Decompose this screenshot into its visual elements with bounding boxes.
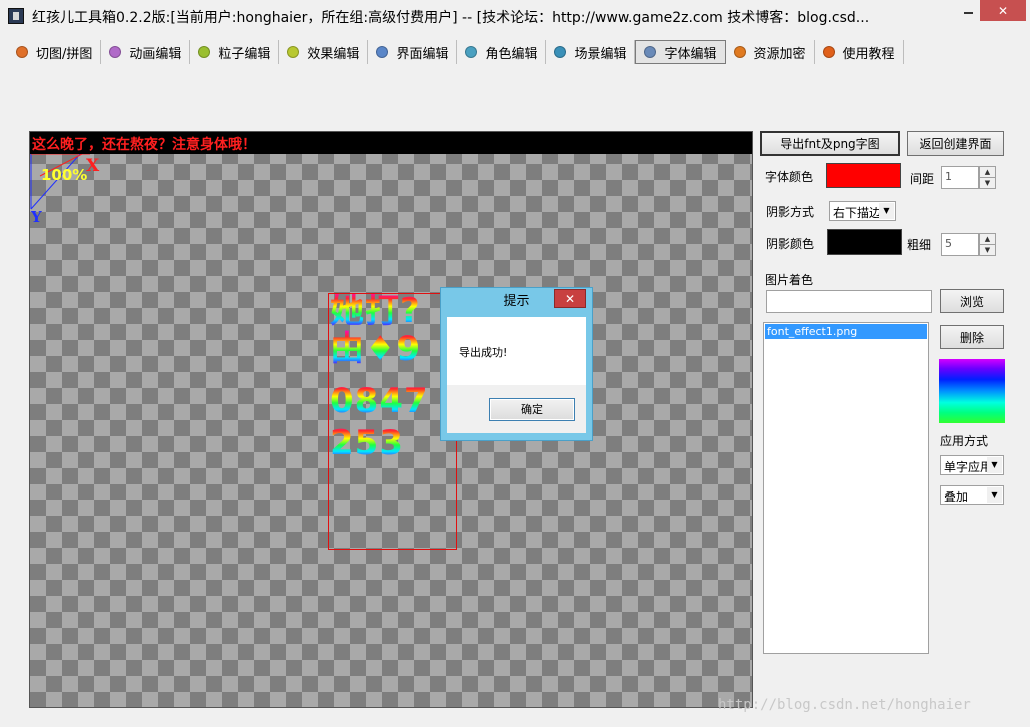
apply-mode-label: 应用方式 [940, 434, 989, 448]
tab-9[interactable]: 使用教程 [815, 40, 904, 64]
tint-image-list[interactable]: font_effect1.png [763, 322, 929, 654]
glyph-row: 0847 [330, 381, 429, 421]
font-color-label: 字体颜色 [765, 170, 814, 184]
glyph-row: 她打? [330, 293, 421, 331]
shadow-color-swatch[interactable] [827, 229, 902, 255]
blue-gem-icon [376, 46, 389, 58]
orange-gem-icon [733, 46, 746, 58]
chevron-down-icon: ▼ [987, 487, 1002, 503]
x-axis-label: X [86, 156, 100, 176]
image-path-input[interactable] [766, 290, 932, 313]
spacing-spin-arrows[interactable]: ▲ ▼ [979, 166, 996, 189]
tab-7[interactable]: 字体编辑 [635, 40, 726, 64]
tab-5[interactable]: 角色编辑 [457, 40, 547, 64]
tab-label: 界面编辑 [396, 46, 449, 62]
spacing-spinner[interactable]: 1 ▲ ▼ [941, 166, 996, 189]
minimize-button[interactable] [954, 0, 982, 22]
close-button[interactable]: ✕ [980, 0, 1026, 21]
y-axis-label: Y [31, 208, 42, 226]
glyph-row: 由♦9 [330, 329, 422, 369]
export-fnt-png-button[interactable]: 导出fnt及png字图 [760, 131, 900, 156]
teal-gem-icon [554, 46, 567, 58]
list-item[interactable]: font_effect1.png [765, 324, 927, 339]
shadow-mode-label: 阴影方式 [766, 205, 815, 219]
tab-4[interactable]: 界面编辑 [368, 40, 458, 64]
image-tint-label: 图片着色 [765, 273, 814, 287]
apply-mode-select[interactable]: 单字应用 ▼ [940, 455, 1004, 475]
thickness-spin-arrows[interactable]: ▲ ▼ [979, 233, 996, 256]
dialog-close-button[interactable]: ✕ [554, 289, 586, 308]
thickness-value: 5 [945, 237, 952, 250]
font-color-swatch[interactable] [826, 163, 901, 188]
title-bar: 红孩儿工具箱0.2.2版:[当前用户:honghaier，所在组:高级付费用户]… [0, 0, 1030, 32]
blue-gem-icon [644, 46, 657, 58]
orange-gem-icon [16, 46, 28, 58]
tab-6[interactable]: 场景编辑 [546, 40, 636, 64]
tab-label: 场景编辑 [574, 46, 627, 62]
font-texture-bounds[interactable]: 她打? 由♦9 0847 253 [328, 293, 457, 550]
back-to-create-button[interactable]: 返回创建界面 [907, 131, 1004, 156]
tab-label: 动画编辑 [129, 46, 182, 62]
shadow-mode-select[interactable]: 右下描边 ▼ [829, 201, 896, 221]
blend-mode-value: 叠加 [944, 490, 969, 504]
chevron-down-icon: ▼ [879, 203, 894, 219]
tab-8[interactable]: 资源加密 [726, 40, 815, 64]
orange-gem-icon [822, 46, 835, 58]
tab-label: 效果编辑 [307, 46, 360, 62]
warning-bar: 这么晚了，还在熬夜？注意身体哦！ [30, 132, 752, 154]
window-title: 红孩儿工具箱0.2.2版:[当前用户:honghaier，所在组:高级付费用户]… [32, 10, 870, 26]
app-icon [8, 8, 24, 24]
teal-gem-icon [465, 46, 478, 58]
tab-label: 粒子编辑 [218, 46, 271, 62]
tab-label: 资源加密 [753, 46, 806, 62]
module-toolbar: 切图/拼图 动画编辑 粒子编辑 效果编辑 界面编辑 角色编辑 场景编辑 字体编辑 资源加密 使用教… [8, 40, 904, 66]
ok-button[interactable]: 确定 [489, 398, 575, 421]
late-night-warning: 这么晚了，还在熬夜？注意身体哦！ [32, 137, 256, 153]
thickness-label: 粗细 [907, 238, 932, 252]
dialog-body: 导出成功! [447, 317, 586, 385]
tab-label: 字体编辑 [664, 46, 717, 62]
message-dialog: 提示 ✕ 导出成功! 确定 [440, 287, 593, 441]
tab-0[interactable]: 切图/拼图 [8, 40, 102, 64]
spacing-label: 间距 [910, 172, 935, 186]
purple-gem-icon [109, 46, 122, 58]
tab-label: 角色编辑 [485, 46, 538, 62]
blend-mode-select[interactable]: 叠加 ▼ [940, 485, 1004, 505]
font-preview-canvas[interactable]: 这么晚了，还在熬夜？注意身体哦！ X 100% Y 她打? 由♦9 0847 2… [29, 131, 753, 708]
shadow-color-label: 阴影颜色 [766, 237, 815, 251]
green-gem-icon [198, 46, 211, 58]
thickness-spinner[interactable]: 5 ▲ ▼ [941, 233, 996, 256]
zoom-level: 100% [41, 166, 88, 184]
shadow-mode-value: 右下描边 [833, 206, 881, 220]
dialog-footer: 确定 [447, 385, 586, 433]
tab-2[interactable]: 粒子编辑 [190, 40, 280, 64]
glyph-row: 253 [330, 423, 404, 463]
delete-button[interactable]: 删除 [940, 325, 1004, 349]
tab-1[interactable]: 动画编辑 [101, 40, 191, 64]
tab-3[interactable]: 效果编辑 [279, 40, 369, 64]
dialog-message: 导出成功! [459, 346, 508, 359]
browse-button[interactable]: 浏览 [940, 289, 1004, 313]
chevron-down-icon: ▼ [987, 457, 1002, 473]
apply-mode-value: 单字应用 [944, 460, 990, 474]
watermark: http://blog.csdn.net/honghaier [718, 697, 971, 713]
green-gem-icon [287, 46, 300, 58]
tab-label: 切图/拼图 [36, 46, 93, 62]
gradient-preview[interactable] [939, 359, 1005, 423]
spacing-value: 1 [945, 170, 952, 183]
tab-label: 使用教程 [842, 46, 895, 62]
